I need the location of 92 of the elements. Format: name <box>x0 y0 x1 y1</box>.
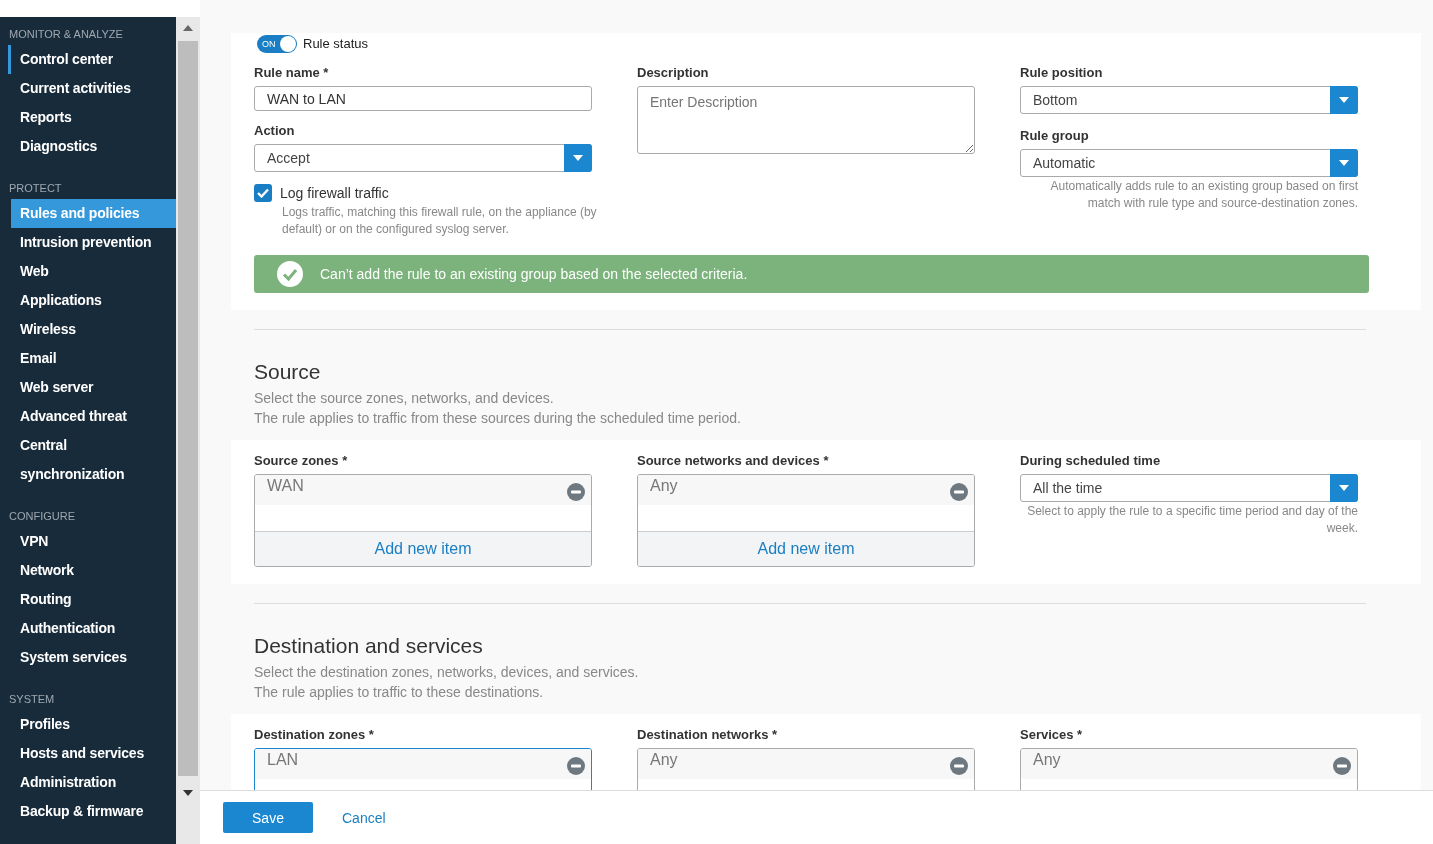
section-description: Select the source zones, networks, and devices. <box>254 389 555 408</box>
dropdown-button[interactable] <box>564 144 592 172</box>
rule-position-dropdown[interactable]: Bottom <box>1020 86 1358 114</box>
sidebar-item[interactable]: Current activities <box>0 74 165 103</box>
sidebar-item[interactable]: Applications <box>0 286 165 315</box>
list-item-text: Any <box>650 751 678 769</box>
sidebar-item[interactable]: Profiles <box>0 710 165 739</box>
sidebar-item[interactable]: Hosts and services <box>0 739 165 768</box>
section-title: Source <box>254 360 322 384</box>
sidebar-item[interactable]: Wireless <box>0 315 165 344</box>
select-value: Bottom <box>1032 92 1078 108</box>
toggle-label: Rule status <box>303 36 369 51</box>
check-circle-icon <box>276 260 304 288</box>
schedule-dropdown[interactable]: All the time <box>1020 474 1358 502</box>
banner-message: Can’t add the rule to an existing group based on the selected criteria. <box>320 266 748 282</box>
caret-icon <box>573 155 583 161</box>
checkbox[interactable] <box>254 184 272 202</box>
field-label: Action <box>254 123 296 138</box>
scrollbar-thumb[interactable] <box>178 41 198 776</box>
field-label: Source zones * <box>254 453 349 468</box>
sidebar-item[interactable]: System services <box>0 643 165 672</box>
section-heading: SYSTEM <box>8 692 56 706</box>
dropdown-button[interactable] <box>1330 86 1358 114</box>
select-value: Accept <box>266 150 310 166</box>
minus-circle-icon <box>567 483 585 501</box>
section-title: Destination and services <box>254 634 484 658</box>
select-value: All the time <box>1032 480 1103 496</box>
dropdown-button[interactable] <box>1330 474 1358 502</box>
section-heading: MONITOR & ANALYZE <box>8 27 124 41</box>
sidebar-item[interactable]: Routing <box>0 585 165 614</box>
caret-icon <box>1339 485 1349 491</box>
description-field[interactable]: Enter Description <box>637 86 975 154</box>
sidebar-item[interactable]: Email <box>0 344 165 373</box>
list-field[interactable]: LAN <box>254 748 592 790</box>
list-field[interactable]: WAN Add new item <box>254 474 592 567</box>
sidebar-item[interactable]: Web <box>0 257 165 286</box>
caret-icon <box>1339 97 1349 103</box>
field-label: Services * <box>1020 727 1084 742</box>
sidebar-item[interactable]: Reports <box>0 103 165 132</box>
sidebar-item[interactable]: Advanced threat <box>0 402 165 431</box>
sidebar-item[interactable]: Network <box>0 556 165 585</box>
section-heading: CONFIGURE <box>8 509 76 523</box>
help-text: Select to apply the rule to a specific time period and day of the week. <box>1026 503 1358 537</box>
field-label: Source networks and devices * <box>637 453 830 468</box>
caret-icon <box>1339 160 1349 166</box>
toggle-switch[interactable]: ON <box>257 34 297 53</box>
scroll-down-icon <box>183 790 193 796</box>
add-item-button[interactable]: Add new item <box>638 531 974 566</box>
list-field[interactable]: Any <box>1020 748 1358 790</box>
minus-circle-icon <box>950 757 968 775</box>
sidebar-item[interactable]: Web server <box>0 373 165 402</box>
section-heading: PROTECT <box>8 181 63 195</box>
field-label: Destination zones * <box>254 727 375 742</box>
checkbox-label: Log firewall traffic <box>280 185 389 201</box>
help-text: Logs traffic, matching this firewall rule, on the appliance (by default) or on the configured syslog server. <box>282 204 598 238</box>
section-description: The rule applies to traffic from these sources during the scheduled time period. <box>254 409 742 428</box>
field-label: Rule position <box>1020 65 1104 80</box>
sidebar-item[interactable]: VPN <box>0 527 165 556</box>
minus-circle-icon <box>1333 757 1351 775</box>
list-item-text: WAN <box>267 477 304 495</box>
sidebar-item[interactable]: Administration <box>0 768 165 797</box>
cancel-link[interactable]: Cancel <box>342 809 386 826</box>
check-icon <box>257 188 269 198</box>
field-label: Destination networks * <box>637 727 779 742</box>
minus-circle-icon <box>567 757 585 775</box>
field-label: Description <box>637 65 710 80</box>
sidebar-item[interactable]: Authentication <box>0 614 165 643</box>
select-value: Automatic <box>1032 155 1096 171</box>
field-label: During scheduled time <box>1020 453 1162 468</box>
scrollbar[interactable] <box>176 17 200 844</box>
help-text: Automatically adds rule to an existing group based on first match with rule type and source-destination zones. <box>1049 178 1358 212</box>
sidebar-item[interactable]: Diagnostics <box>0 132 165 161</box>
sidebar-item[interactable]: Central synchronization <box>0 431 165 489</box>
scroll-up-icon <box>183 25 193 31</box>
rule-name-field[interactable]: WAN to LAN <box>254 86 592 111</box>
sidebar-item[interactable]: Intrusion prevention <box>0 228 165 257</box>
save-button[interactable]: Save <box>223 802 313 833</box>
sidebar-item[interactable]: Backup & firmware <box>0 797 165 826</box>
action-dropdown[interactable]: Accept <box>254 144 592 172</box>
list-field[interactable]: Any <box>637 748 975 790</box>
dropdown-button[interactable] <box>1330 149 1358 177</box>
field-label: Rule group <box>1020 128 1090 143</box>
list-item-text: Any <box>1033 751 1061 769</box>
add-item-button[interactable]: Add new item <box>255 531 591 566</box>
minus-circle-icon <box>950 483 968 501</box>
list-item-text: Any <box>650 477 678 495</box>
section-description: Select the destination zones, networks, devices, and services. <box>254 663 640 682</box>
list-item-text: LAN <box>267 751 299 769</box>
field-label: Rule name * <box>254 65 330 80</box>
section-description: The rule applies to traffic to these destinations. <box>254 683 545 702</box>
list-field[interactable]: Any Add new item <box>637 474 975 567</box>
rule-group-dropdown[interactable]: Automatic <box>1020 149 1358 177</box>
